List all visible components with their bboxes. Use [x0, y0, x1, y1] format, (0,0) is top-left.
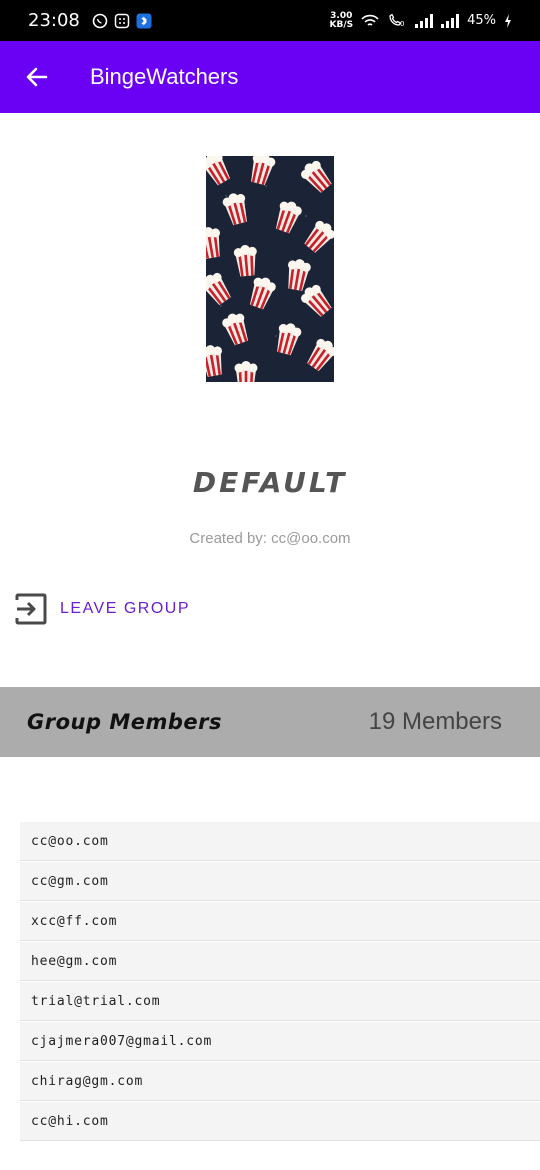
volte-call-icon: 0 [389, 13, 405, 28]
member-item[interactable]: trial@trial.com [20, 982, 540, 1021]
leave-group-button[interactable]: LEAVE GROUP [14, 592, 190, 626]
member-item[interactable]: chirag@gm.com [20, 1062, 540, 1101]
status-right: 3.00 KB/S 0 45% [329, 10, 512, 30]
created-by-label: Created by: cc@oo.com [189, 530, 351, 547]
group-poster-image [206, 156, 334, 382]
member-list: cc@oo.com cc@gm.com xcc@ff.com hee@gm.co… [20, 822, 540, 1142]
net-speed: 3.00 KB/S [329, 10, 354, 30]
status-time: 23:08 [28, 10, 80, 31]
member-item[interactable]: cjajmera007@gmail.com [20, 1022, 540, 1061]
status-bar: 23:08 3.00 KB/S 0 45% [0, 0, 540, 41]
members-header: Group Members 19 Members [0, 687, 540, 757]
members-count: 19 Members [368, 708, 502, 735]
charging-icon [505, 13, 511, 28]
app-bar: BingeWatchers [0, 41, 540, 113]
page-title: BingeWatchers [90, 64, 239, 89]
signal-icon [415, 13, 434, 28]
member-item[interactable]: cc@hi.com [20, 1102, 540, 1141]
wifi-icon [361, 14, 379, 26]
member-item[interactable]: cc@gm.com [20, 862, 540, 901]
arrow-left-icon [26, 67, 48, 87]
group-name: DEFAULT [192, 466, 348, 499]
calculator-icon [114, 13, 130, 28]
member-item[interactable]: hee@gm.com [20, 942, 540, 981]
member-item[interactable]: cc@oo.com [20, 822, 540, 861]
popcorn-pattern-image [206, 156, 334, 382]
exit-icon [15, 593, 47, 625]
whatsapp-icon [92, 13, 108, 28]
notification-icons [92, 13, 152, 29]
bluetooth-app-icon [136, 13, 152, 28]
battery-level: 45% [467, 13, 496, 28]
svg-text:0: 0 [400, 20, 404, 28]
signal-icon-2 [441, 13, 460, 28]
members-heading: Group Members [27, 710, 222, 734]
back-button[interactable] [22, 62, 52, 92]
member-item[interactable]: xcc@ff.com [20, 902, 540, 941]
leave-group-label: LEAVE GROUP [60, 600, 191, 617]
